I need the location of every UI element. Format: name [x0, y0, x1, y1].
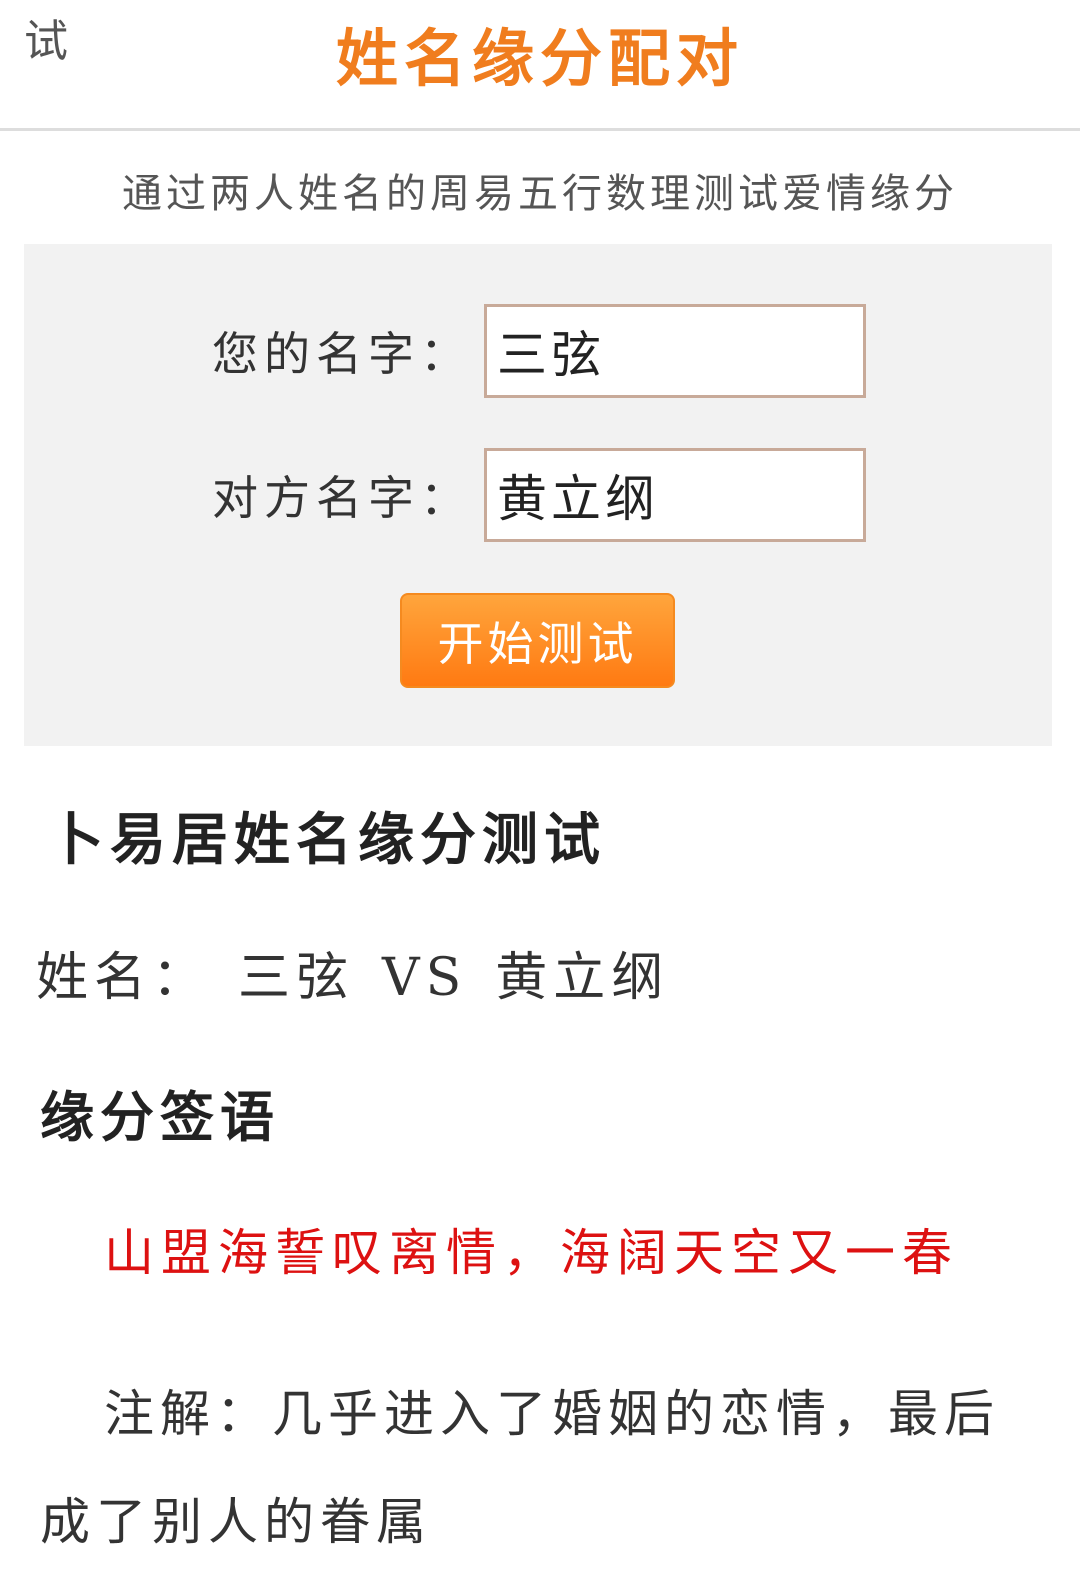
partner-name-input[interactable]: [484, 448, 866, 542]
name-match-form: 您的名字： 对方名字： 开始测试: [24, 244, 1052, 746]
start-test-button[interactable]: 开始测试: [400, 593, 675, 688]
name-a: 三弦: [238, 948, 355, 1008]
fortune-heading: 缘分签语: [40, 1085, 280, 1149]
names-prefix: 姓名：: [36, 948, 211, 1008]
fortune-annotation: 注解：几乎进入了婚姻的恋情，最后成了别人的眷属: [40, 1385, 1000, 1551]
header-bar: 试 姓名缘分配对: [0, 0, 1080, 131]
page-title: 姓名缘分配对: [335, 22, 744, 95]
names-line: 姓名： 三弦 VS 黄立纲: [36, 952, 669, 1004]
partner-name-label: 对方名字：: [212, 471, 472, 525]
your-name-label: 您的名字：: [212, 327, 472, 381]
result-heading: 卜易居姓名缘分测试: [48, 807, 606, 873]
vs-text: VS: [382, 948, 468, 1008]
your-name-input[interactable]: [484, 304, 866, 398]
name-b: 黄立纲: [495, 948, 670, 1008]
fortune-verse: 山盟海誓叹离情，海阔天空又一春: [104, 1224, 959, 1282]
page-subtitle: 通过两人姓名的周易五行数理测试爱情缘分: [122, 171, 958, 217]
